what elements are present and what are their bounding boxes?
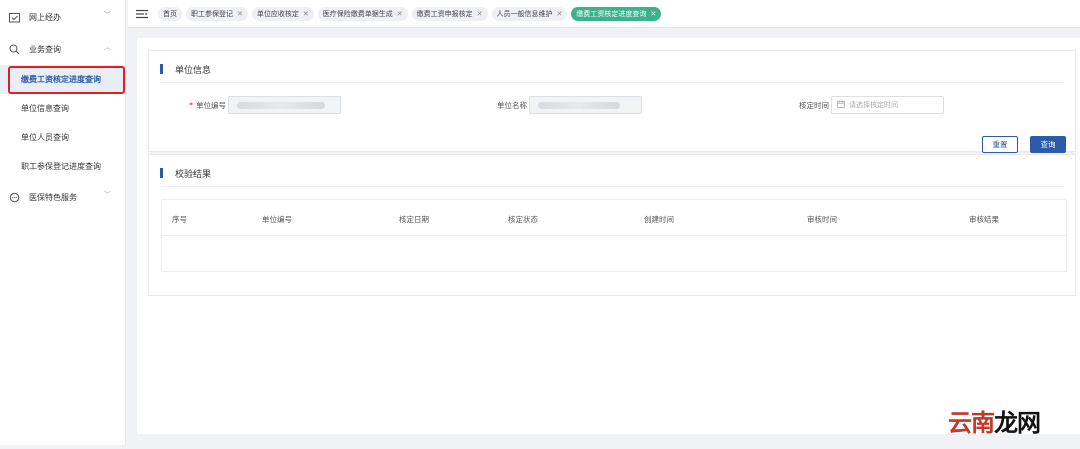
verify-time-picker[interactable]: 请选择核定时间: [831, 96, 944, 114]
column-header: 创建时间: [644, 215, 674, 224]
chevron-up-icon: ︿: [104, 43, 111, 51]
tab-label: 首页: [163, 9, 177, 18]
tab-label: 职工参保登记: [191, 9, 233, 18]
reset-button[interactable]: 重置: [982, 136, 1018, 153]
redacted-value: [237, 102, 325, 109]
chevron-down-icon: ﹀: [104, 11, 111, 19]
close-icon[interactable]: ✕: [557, 10, 563, 18]
close-icon[interactable]: ✕: [477, 10, 483, 18]
divider: [160, 186, 1064, 187]
tab-label: 人员一般信息维护: [496, 9, 553, 18]
sidebar-group-business-query[interactable]: 业务查询 ︿: [0, 33, 125, 65]
tab-bill-gen[interactable]: 医疗保险缴费单据生成 ✕: [317, 6, 408, 21]
close-icon[interactable]: ✕: [397, 10, 403, 18]
column-header: 审核时间: [807, 215, 837, 224]
sidebar-item-enroll-progress[interactable]: 职工参保登记进度查询: [0, 152, 125, 181]
tab-label: 缴费工资申报核定: [416, 9, 473, 18]
column-header: 核定状态: [508, 215, 538, 224]
verify-result-card: 校验结果 序号 单位编号 核定日期 核定状态 创建时间 审核时间 审核结果: [148, 154, 1076, 296]
sidebar: 网上经办 ﹀ 业务查询 ︿ 缴费工资核定进度查询 单位信息查询 单位人员查询 职…: [0, 0, 126, 445]
verify-time-label: 核定时间: [799, 100, 829, 110]
tab-enroll[interactable]: 职工参保登记 ✕: [186, 6, 248, 21]
close-icon[interactable]: ✕: [237, 10, 243, 18]
sidebar-group-label: 医保特色服务: [29, 192, 77, 202]
column-header: 审核结果: [969, 215, 999, 224]
divider: [160, 82, 1064, 83]
table-header: 序号 单位编号 核定日期 核定状态 创建时间 审核时间 审核结果: [162, 200, 1066, 236]
app-root: 网上经办 ﹀ 业务查询 ︿ 缴费工资核定进度查询 单位信息查询 单位人员查询 职…: [0, 0, 1080, 449]
calendar-icon: [837, 100, 845, 110]
sidebar-item-label: 单位人员查询: [21, 133, 69, 142]
chat-icon: [9, 192, 20, 203]
verify-time-placeholder: 请选择核定时间: [849, 101, 898, 109]
query-button[interactable]: 查询: [1030, 136, 1066, 153]
main-content: 单位信息 * 单位编号 单位名称 核定时间 请选择核定时间 重置 查询 校验结果…: [137, 38, 1080, 434]
sidebar-item-wage-verify-progress[interactable]: 缴费工资核定进度查询: [0, 65, 125, 94]
tab-label: 缴费工资核定进度查询: [576, 9, 647, 18]
sidebar-item-label: 单位信息查询: [21, 104, 69, 113]
result-table: 序号 单位编号 核定日期 核定状态 创建时间 审核时间 审核结果: [161, 199, 1067, 272]
tab-person-info[interactable]: 人员一般信息维护 ✕: [491, 6, 568, 21]
unit-no-label: 单位编号: [196, 100, 226, 110]
redacted-value: [538, 102, 620, 109]
verify-time-field: 核定时间 请选择核定时间: [799, 96, 944, 114]
tab-wage-declare[interactable]: 缴费工资申报核定 ✕: [411, 6, 488, 21]
tab-label: 医疗保险缴费单据生成: [322, 9, 393, 18]
tab-label: 单位应收核定: [256, 9, 299, 18]
sidebar-group-online[interactable]: 网上经办 ﹀: [0, 1, 125, 33]
column-header: 核定日期: [399, 215, 429, 224]
menu-toggle-icon[interactable]: [136, 9, 148, 19]
unit-name-input[interactable]: [529, 96, 642, 114]
sidebar-item-label: 缴费工资核定进度查询: [21, 75, 101, 84]
unit-info-card: 单位信息 * 单位编号 单位名称 核定时间 请选择核定时间 重置 查询: [148, 50, 1076, 153]
tab-receivable[interactable]: 单位应收核定 ✕: [251, 6, 314, 21]
tab-home[interactable]: 首页: [158, 6, 182, 21]
folder-check-icon: [9, 12, 20, 23]
sidebar-item-unit-staff[interactable]: 单位人员查询: [0, 123, 125, 152]
unit-name-label: 单位名称: [497, 100, 527, 110]
search-icon: [9, 44, 20, 55]
unit-name-field: 单位名称: [497, 96, 642, 114]
close-icon[interactable]: ✕: [303, 10, 309, 18]
card-title: 校验结果: [160, 167, 211, 180]
sidebar-group-medical-special[interactable]: 医保特色服务 ﹀: [0, 181, 125, 213]
tab-wage-verify-progress[interactable]: 缴费工资核定进度查询 ✕: [571, 6, 662, 21]
sidebar-item-unit-info[interactable]: 单位信息查询: [0, 94, 125, 123]
unit-no-field: * 单位编号: [189, 96, 341, 114]
close-icon[interactable]: ✕: [650, 10, 656, 18]
sidebar-group-label: 业务查询: [29, 44, 61, 54]
watermark-logo: 云南龙网: [948, 408, 1041, 437]
card-title: 单位信息: [160, 63, 211, 76]
column-header: 单位编号: [262, 215, 292, 224]
column-header: 序号: [172, 215, 187, 224]
sidebar-group-label: 网上经办: [29, 12, 61, 22]
tab-bar: 首页 职工参保登记 ✕ 单位应收核定 ✕ 医疗保险缴费单据生成 ✕ 缴费工资申报核定 ✕…: [128, 0, 1080, 28]
sidebar-item-label: 职工参保登记进度查询: [21, 162, 101, 171]
chevron-down-icon: ﹀: [104, 191, 111, 199]
required-mark: *: [189, 100, 193, 110]
unit-no-input[interactable]: [228, 96, 341, 114]
